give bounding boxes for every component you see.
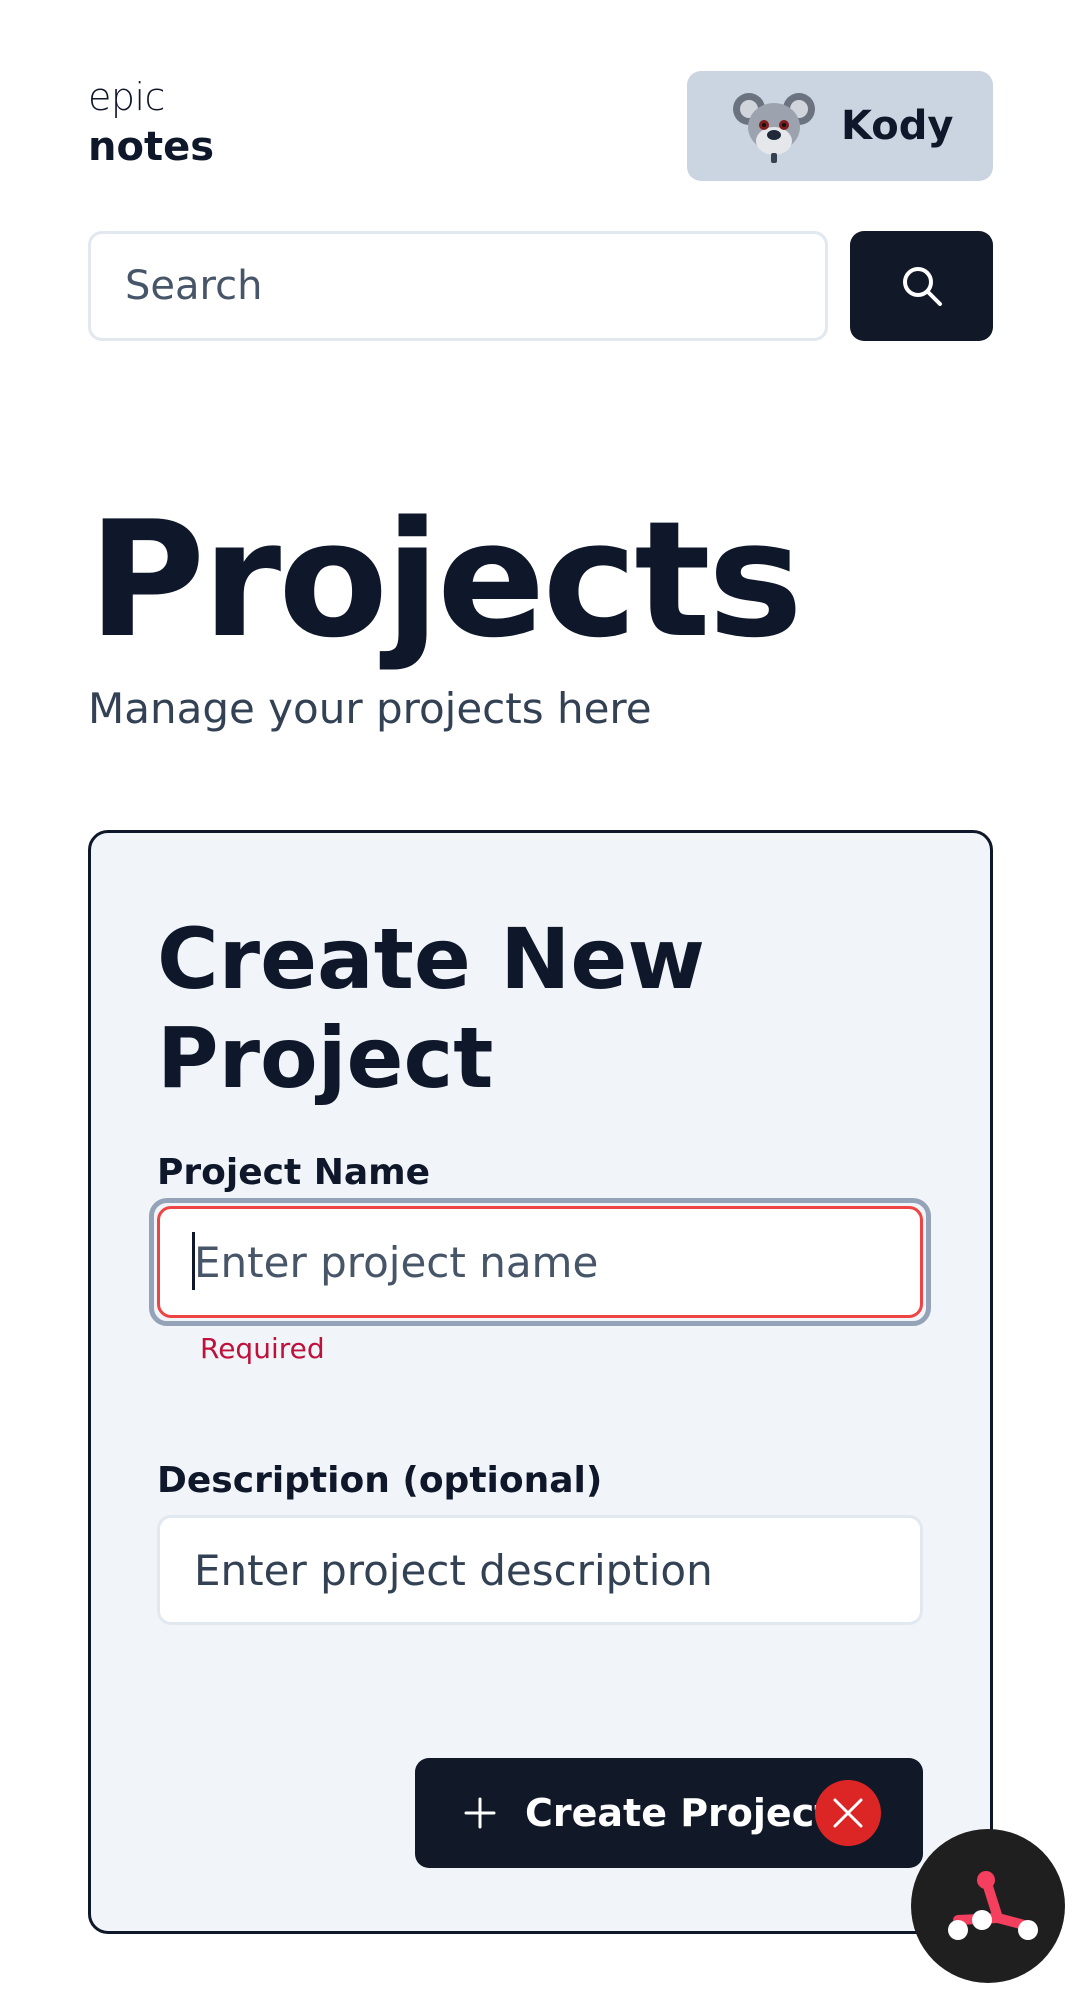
user-menu-button[interactable]: Kody bbox=[687, 71, 993, 181]
create-project-label: Create Project bbox=[525, 1791, 833, 1835]
form-title: Create New Project bbox=[157, 910, 705, 1108]
search-button[interactable] bbox=[850, 231, 993, 341]
plus-icon bbox=[464, 1797, 496, 1829]
error-status-badge[interactable] bbox=[815, 1780, 881, 1846]
page-subtitle: Manage your projects here bbox=[88, 684, 652, 733]
logo-top-text: epic bbox=[88, 75, 165, 119]
page-title: Projects bbox=[88, 486, 803, 673]
project-name-input[interactable] bbox=[157, 1206, 923, 1318]
search-icon bbox=[902, 267, 942, 306]
page: epic notes Kody Search Projects Manage y… bbox=[0, 0, 1081, 1999]
devtools-logo-icon bbox=[948, 1871, 1038, 1940]
koala-avatar-icon bbox=[731, 83, 817, 169]
description-label: Description (optional) bbox=[157, 1460, 603, 1501]
devtools-floating-button[interactable] bbox=[911, 1829, 1065, 1983]
user-name: Kody bbox=[841, 103, 954, 149]
logo-bottom-text: notes bbox=[88, 123, 215, 170]
project-name-label: Project Name bbox=[157, 1152, 431, 1193]
text-caret bbox=[192, 1232, 195, 1290]
project-name-error: Required bbox=[200, 1332, 325, 1365]
description-input[interactable] bbox=[157, 1515, 923, 1625]
app-logo[interactable]: epic notes bbox=[88, 74, 214, 172]
close-icon bbox=[833, 1798, 863, 1828]
search-input[interactable] bbox=[88, 231, 828, 341]
